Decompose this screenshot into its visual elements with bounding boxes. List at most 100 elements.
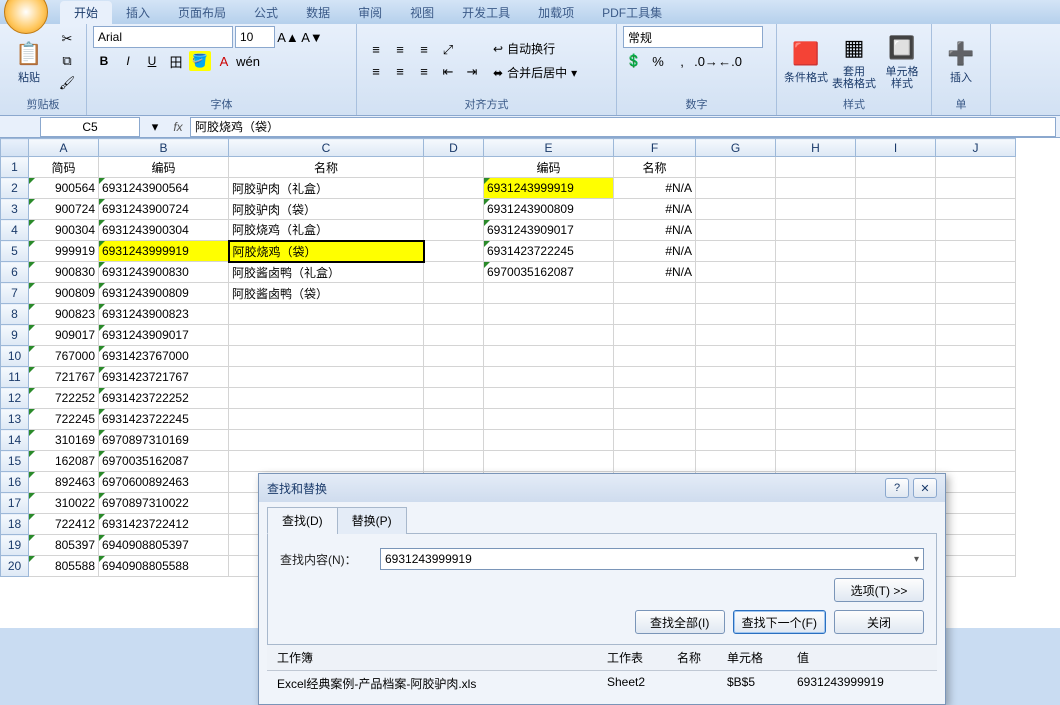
cell[interactable] bbox=[936, 241, 1016, 262]
cell[interactable]: 767000 bbox=[29, 346, 99, 367]
cell[interactable] bbox=[936, 346, 1016, 367]
tab-insert[interactable]: 插入 bbox=[112, 1, 164, 24]
cell[interactable] bbox=[856, 283, 936, 304]
cell[interactable]: 6970897310022 bbox=[99, 493, 229, 514]
cell[interactable] bbox=[424, 304, 484, 325]
cell[interactable]: 阿胶烧鸡（袋） bbox=[229, 241, 424, 262]
cell[interactable]: #N/A bbox=[614, 199, 696, 220]
cell[interactable] bbox=[776, 388, 856, 409]
cell[interactable] bbox=[229, 409, 424, 430]
worksheet-grid[interactable]: ABCDEFGHIJ1简码编码名称编码名称2900564693124390056… bbox=[0, 138, 1060, 628]
cell[interactable] bbox=[424, 367, 484, 388]
cell[interactable] bbox=[424, 241, 484, 262]
increase-font-button[interactable]: A▲ bbox=[277, 27, 299, 47]
cell[interactable]: 6931243900823 bbox=[99, 304, 229, 325]
border-button[interactable]: 田 bbox=[165, 51, 187, 71]
tab-layout[interactable]: 页面布局 bbox=[164, 1, 240, 24]
close-icon[interactable]: ✕ bbox=[913, 478, 937, 498]
comma-button[interactable]: , bbox=[671, 51, 693, 71]
cell[interactable] bbox=[856, 199, 936, 220]
cell[interactable] bbox=[856, 451, 936, 472]
align-center-button[interactable]: ≡ bbox=[389, 62, 411, 82]
cell[interactable]: 阿胶酱卤鸭（袋） bbox=[229, 283, 424, 304]
cell[interactable]: 6931423722245 bbox=[484, 241, 614, 262]
cell[interactable]: 阿胶驴肉（袋） bbox=[229, 199, 424, 220]
cell[interactable]: 721767 bbox=[29, 367, 99, 388]
cell[interactable]: 简码 bbox=[29, 157, 99, 178]
cell[interactable]: 909017 bbox=[29, 325, 99, 346]
tab-find-dlg[interactable]: 查找(D) bbox=[267, 507, 338, 534]
cell[interactable] bbox=[484, 325, 614, 346]
cell[interactable] bbox=[229, 325, 424, 346]
cell[interactable]: 6931243900830 bbox=[99, 262, 229, 283]
cell[interactable]: #N/A bbox=[614, 262, 696, 283]
tab-pdf[interactable]: PDF工具集 bbox=[588, 1, 676, 24]
cell[interactable] bbox=[424, 178, 484, 199]
col-header-I[interactable]: I bbox=[856, 139, 936, 157]
decrease-font-button[interactable]: A▼ bbox=[301, 27, 323, 47]
col-header-B[interactable]: B bbox=[99, 139, 229, 157]
cell[interactable] bbox=[424, 199, 484, 220]
cell[interactable]: 310169 bbox=[29, 430, 99, 451]
currency-button[interactable]: 💲 bbox=[623, 51, 645, 71]
cell[interactable]: #N/A bbox=[614, 178, 696, 199]
cell[interactable] bbox=[776, 451, 856, 472]
find-all-button[interactable]: 查找全部(I) bbox=[635, 610, 725, 634]
cell[interactable] bbox=[856, 304, 936, 325]
cut-button[interactable]: ✂ bbox=[56, 29, 78, 49]
cell[interactable] bbox=[424, 262, 484, 283]
cell[interactable]: #N/A bbox=[614, 220, 696, 241]
cell[interactable]: 6940908805397 bbox=[99, 535, 229, 556]
cell[interactable] bbox=[936, 262, 1016, 283]
cell[interactable] bbox=[696, 388, 776, 409]
row-header-4[interactable]: 4 bbox=[1, 220, 29, 241]
cell[interactable] bbox=[776, 178, 856, 199]
percent-button[interactable]: % bbox=[647, 51, 669, 71]
namebox-dropdown[interactable]: ▾ bbox=[144, 117, 166, 137]
cell[interactable] bbox=[856, 346, 936, 367]
cell[interactable] bbox=[696, 220, 776, 241]
row-header-19[interactable]: 19 bbox=[1, 535, 29, 556]
cell[interactable]: 阿胶酱卤鸭（礼盒） bbox=[229, 262, 424, 283]
cell[interactable] bbox=[614, 451, 696, 472]
row-header-20[interactable]: 20 bbox=[1, 556, 29, 577]
cell[interactable] bbox=[856, 241, 936, 262]
cell[interactable] bbox=[424, 220, 484, 241]
insert-cells-button[interactable]: ➕插入 bbox=[938, 28, 984, 94]
cell[interactable] bbox=[936, 409, 1016, 430]
cell[interactable] bbox=[936, 451, 1016, 472]
italic-button[interactable]: I bbox=[117, 51, 139, 71]
cell[interactable] bbox=[776, 430, 856, 451]
phonetic-button[interactable]: wén bbox=[237, 51, 259, 71]
cell[interactable] bbox=[936, 535, 1016, 556]
row-header-12[interactable]: 12 bbox=[1, 388, 29, 409]
row-header-2[interactable]: 2 bbox=[1, 178, 29, 199]
cell[interactable]: 162087 bbox=[29, 451, 99, 472]
cell[interactable] bbox=[484, 409, 614, 430]
cell[interactable] bbox=[936, 283, 1016, 304]
cell[interactable]: 6931243909017 bbox=[484, 220, 614, 241]
cell[interactable] bbox=[696, 241, 776, 262]
cell[interactable] bbox=[696, 346, 776, 367]
row-header-8[interactable]: 8 bbox=[1, 304, 29, 325]
align-right-button[interactable]: ≡ bbox=[413, 62, 435, 82]
cell[interactable]: 900823 bbox=[29, 304, 99, 325]
close-button[interactable]: 关闭 bbox=[834, 610, 924, 634]
cell[interactable]: 6931243999919 bbox=[484, 178, 614, 199]
merge-center-button[interactable]: ⬌合并后居中▾ bbox=[489, 62, 581, 84]
cell[interactable]: 6970035162087 bbox=[484, 262, 614, 283]
cell[interactable]: 6970600892463 bbox=[99, 472, 229, 493]
hdr-value[interactable]: 值 bbox=[793, 647, 931, 668]
font-name-input[interactable] bbox=[93, 26, 233, 48]
cell[interactable]: 6931423722245 bbox=[99, 409, 229, 430]
cell[interactable] bbox=[936, 388, 1016, 409]
cell[interactable] bbox=[936, 367, 1016, 388]
cell[interactable] bbox=[614, 367, 696, 388]
conditional-format-button[interactable]: 🟥条件格式 bbox=[783, 28, 829, 94]
tab-replace-dlg[interactable]: 替换(P) bbox=[337, 507, 407, 534]
cell[interactable]: 编码 bbox=[99, 157, 229, 178]
cell[interactable]: 6931423722412 bbox=[99, 514, 229, 535]
cell[interactable]: 6931423721767 bbox=[99, 367, 229, 388]
cell[interactable] bbox=[696, 367, 776, 388]
cell[interactable] bbox=[229, 367, 424, 388]
